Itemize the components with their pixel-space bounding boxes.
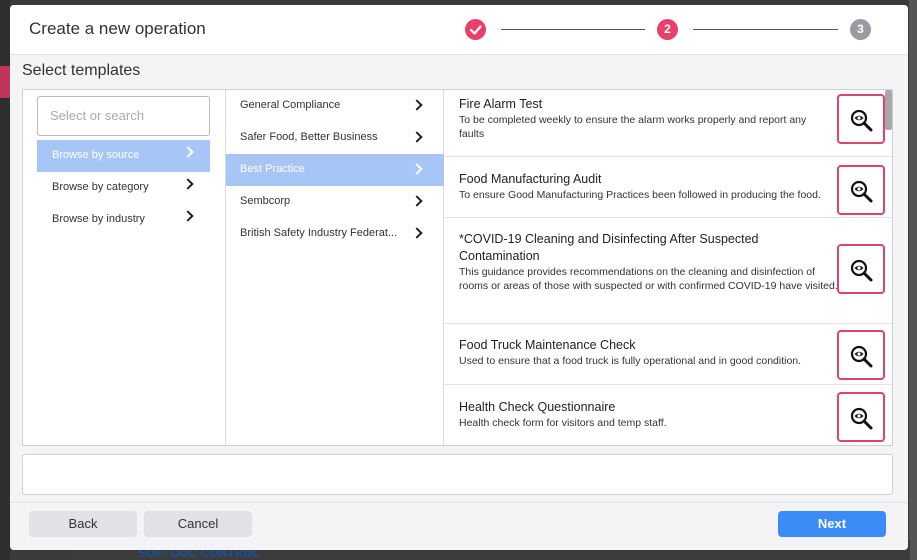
modal-header: Create a new operation 2 3 — [10, 5, 908, 55]
background-app-accent — [0, 66, 10, 98]
template-description: This guidance provides recommendations o… — [459, 266, 838, 292]
back-button[interactable]: Back — [29, 511, 137, 537]
chevron-right-icon — [182, 210, 194, 222]
template-description: Health check form for visitors and temp … — [459, 417, 667, 429]
template-list: Fire Alarm Test To be completed weekly t… — [444, 90, 892, 445]
preview-eye-magnifier-icon — [850, 259, 873, 282]
source-label: Safer Food, Better Business — [240, 131, 378, 143]
chevron-right-icon — [182, 178, 194, 190]
modal-footer: Back Cancel Next — [10, 502, 908, 550]
source-best-practice[interactable]: Best Practice — [226, 154, 444, 186]
nav-label: Browse by industry — [52, 213, 145, 225]
chevron-right-icon — [411, 163, 423, 175]
template-title: *COVID-19 Cleaning and Disinfecting Afte… — [459, 232, 759, 263]
step-1-complete — [465, 19, 486, 40]
template-item[interactable]: *COVID-19 Cleaning and Disinfecting Afte… — [444, 218, 892, 324]
chevron-right-icon — [411, 131, 423, 143]
source-sembcorp[interactable]: Sembcorp — [226, 186, 444, 218]
source-column: General Compliance Safer Food, Better Bu… — [226, 90, 444, 445]
template-description: To be completed weekly to ensure the ala… — [459, 114, 807, 140]
chevron-right-icon — [411, 99, 423, 111]
template-title: Food Truck Maintenance Check — [459, 338, 636, 352]
next-button[interactable]: Next — [778, 511, 886, 537]
browse-by-industry[interactable]: Browse by industry — [37, 204, 210, 236]
template-title: Fire Alarm Test — [459, 97, 543, 111]
checkmark-icon — [469, 25, 482, 35]
preview-button[interactable] — [837, 244, 885, 294]
modal-title: Create a new operation — [29, 19, 206, 38]
cancel-button[interactable]: Cancel — [144, 511, 252, 537]
preview-button[interactable] — [837, 94, 885, 144]
source-safer-food[interactable]: Safer Food, Better Business — [226, 122, 444, 154]
source-label: Sembcorp — [240, 195, 291, 207]
source-british-safety[interactable]: British Safety Industry Federat... — [226, 218, 444, 250]
chevron-right-icon — [411, 195, 423, 207]
preview-button[interactable] — [837, 330, 885, 380]
chevron-right-icon — [182, 146, 194, 158]
preview-eye-magnifier-icon — [850, 109, 873, 132]
preview-button[interactable] — [837, 165, 885, 215]
template-description: To ensure Good Manufacturing Practices b… — [459, 189, 821, 201]
section-title: Select templates — [22, 62, 141, 79]
nav-label: Browse by category — [52, 181, 149, 193]
template-item[interactable]: Fire Alarm Test To be completed weekly t… — [444, 90, 892, 157]
template-list-scrollbar[interactable] — [885, 90, 892, 130]
template-item[interactable]: Food Truck Maintenance Check Used to ens… — [444, 324, 892, 385]
browse-by-category[interactable]: Browse by category — [37, 172, 210, 204]
template-title: Health Check Questionnaire — [459, 400, 616, 414]
source-general-compliance[interactable]: General Compliance — [226, 90, 444, 122]
template-item[interactable]: Food Manufacturing Audit To ensure Good … — [444, 157, 892, 218]
create-operation-modal: Create a new operation 2 3 Select templa… — [10, 5, 908, 550]
chevron-right-icon — [411, 227, 423, 239]
browse-column: Select or search Browse by source Browse… — [23, 90, 226, 445]
notes-input[interactable] — [22, 454, 893, 495]
template-description: Used to ensure that a food truck is full… — [459, 355, 802, 367]
preview-eye-magnifier-icon — [850, 345, 873, 368]
template-picker: Select or search Browse by source Browse… — [22, 89, 893, 446]
browse-by-source[interactable]: Browse by source — [37, 140, 210, 172]
source-label: British Safety Industry Federat... — [240, 227, 398, 239]
template-item[interactable]: Health Check Questionnaire Health check … — [444, 385, 892, 445]
step-2-current: 2 — [657, 19, 678, 40]
nav-label: Browse by source — [52, 149, 140, 161]
template-title: Food Manufacturing Audit — [459, 172, 602, 186]
search-input[interactable]: Select or search — [37, 96, 210, 136]
background-app-right — [909, 0, 917, 560]
step-connector — [501, 29, 645, 30]
preview-button[interactable] — [837, 392, 885, 442]
source-label: General Compliance — [240, 99, 341, 111]
preview-eye-magnifier-icon — [850, 407, 873, 430]
step-3-upcoming: 3 — [850, 19, 871, 40]
preview-eye-magnifier-icon — [850, 180, 873, 203]
source-label: Best Practice — [240, 163, 305, 175]
step-connector — [693, 29, 838, 30]
